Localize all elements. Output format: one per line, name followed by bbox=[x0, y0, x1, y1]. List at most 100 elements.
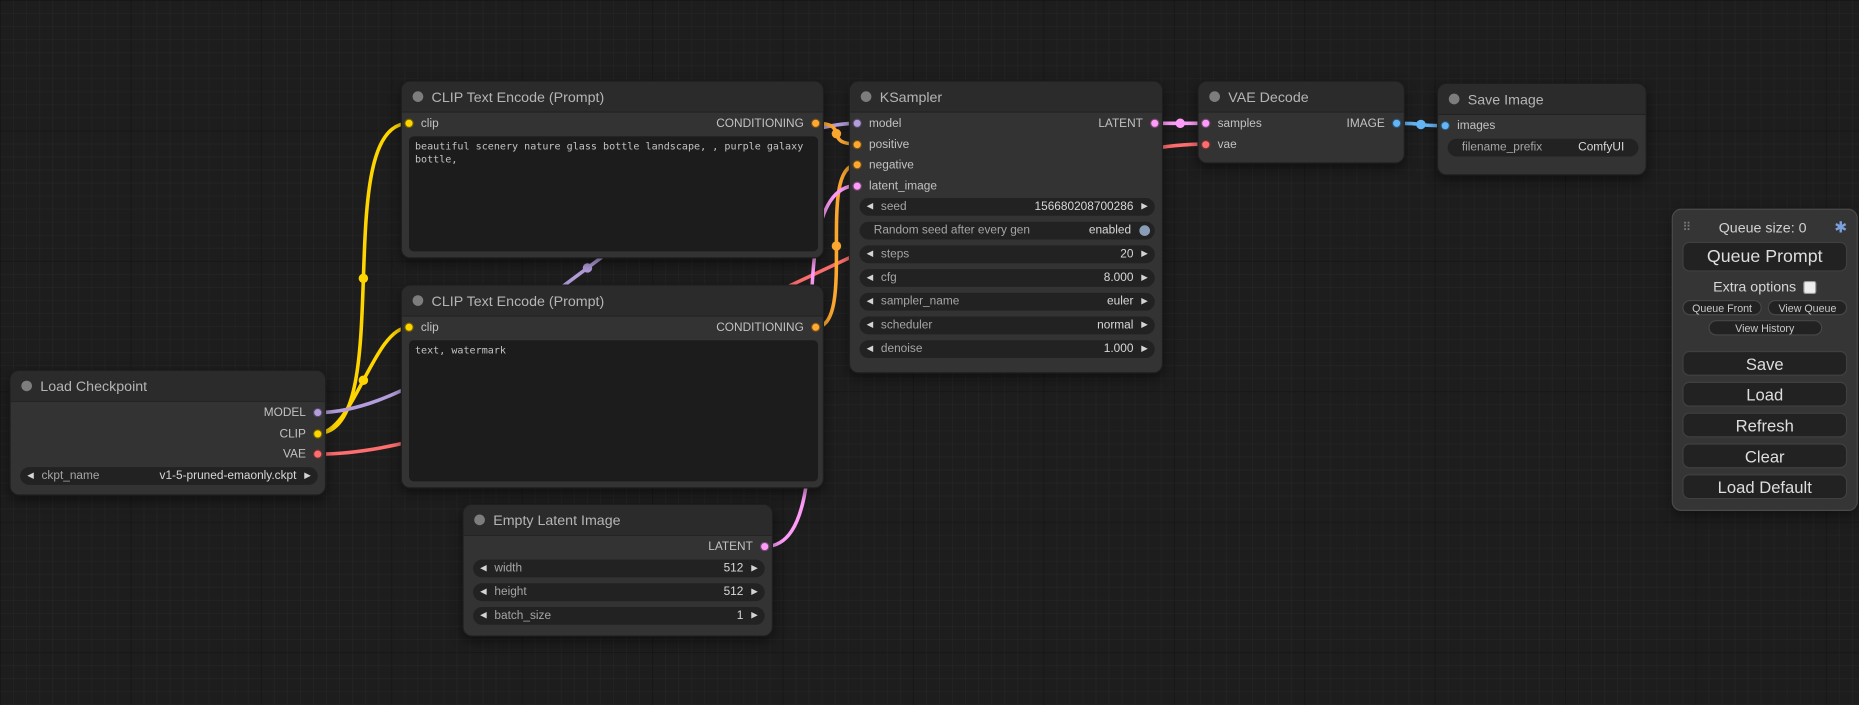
decrement-arrow-icon[interactable]: ◀ bbox=[867, 317, 873, 335]
settings-gear-icon[interactable]: ✱ bbox=[1834, 218, 1847, 237]
widget-steps[interactable]: ◀steps20▶ bbox=[860, 245, 1155, 263]
widget-cfg[interactable]: ◀cfg8.000▶ bbox=[860, 269, 1155, 287]
decrement-arrow-icon[interactable]: ◀ bbox=[480, 606, 486, 624]
collapse-dot-icon[interactable] bbox=[1449, 94, 1460, 105]
extra-options-label: Extra options bbox=[1713, 279, 1796, 296]
output-port-conditioning[interactable] bbox=[811, 322, 820, 331]
increment-arrow-icon[interactable]: ▶ bbox=[304, 467, 310, 485]
output-port-latent[interactable] bbox=[1150, 119, 1159, 128]
output-port-latent[interactable] bbox=[760, 542, 769, 551]
output-port-conditioning[interactable] bbox=[811, 119, 820, 128]
input-port-vae[interactable] bbox=[1201, 139, 1210, 148]
decrement-arrow-icon[interactable]: ◀ bbox=[867, 340, 873, 358]
collapse-dot-icon[interactable] bbox=[413, 91, 424, 102]
increment-arrow-icon[interactable]: ▶ bbox=[751, 583, 757, 601]
widget-height[interactable]: ◀height512▶ bbox=[473, 583, 765, 601]
output-port-clip[interactable] bbox=[313, 429, 322, 438]
input-port-negative[interactable] bbox=[852, 160, 861, 169]
widget-random-seed-after-every-gen[interactable]: Random seed after every genenabled bbox=[860, 222, 1155, 240]
node-empty-latent-image[interactable]: Empty Latent ImageLATENT◀width512▶◀heigh… bbox=[462, 504, 773, 637]
output-port-label: LATENT bbox=[708, 541, 753, 555]
increment-arrow-icon[interactable]: ▶ bbox=[1141, 198, 1147, 216]
increment-arrow-icon[interactable]: ▶ bbox=[1141, 340, 1147, 358]
widget-seed[interactable]: ◀seed156680208700286▶ bbox=[860, 198, 1155, 216]
node-title-bar[interactable]: Empty Latent Image bbox=[464, 505, 772, 536]
decrement-arrow-icon[interactable]: ◀ bbox=[480, 559, 486, 577]
input-port-clip[interactable] bbox=[404, 322, 413, 331]
input-port-clip[interactable] bbox=[404, 119, 413, 128]
view-history-button[interactable]: View History bbox=[1708, 320, 1822, 335]
node-save-image[interactable]: Save Imageimagesfilename_prefixComfyUI bbox=[1437, 83, 1647, 175]
prompt-textarea[interactable]: beautiful scenery nature glass bottle la… bbox=[409, 136, 818, 252]
link-wire-load-checkpoint-to-clip-text-encode-positive bbox=[318, 123, 409, 433]
decrement-arrow-icon[interactable]: ◀ bbox=[480, 583, 486, 601]
widget-ckpt-name[interactable]: ◀ckpt_namev1-5-pruned-emaonly.ckpt▶ bbox=[20, 467, 318, 485]
input-port-latent-image[interactable] bbox=[852, 181, 861, 190]
widget-name: denoise bbox=[881, 340, 923, 358]
load-button[interactable]: Load bbox=[1682, 382, 1847, 407]
collapse-dot-icon[interactable] bbox=[413, 295, 424, 306]
input-port-label: latent_image bbox=[869, 180, 937, 194]
drag-handle-icon[interactable]: ⠿ bbox=[1682, 221, 1691, 234]
collapse-dot-icon[interactable] bbox=[1209, 91, 1220, 102]
view-queue-button[interactable]: View Queue bbox=[1768, 300, 1847, 315]
clear-button[interactable]: Clear bbox=[1682, 443, 1847, 468]
decrement-arrow-icon[interactable]: ◀ bbox=[867, 269, 873, 287]
output-port-label: CONDITIONING bbox=[716, 321, 804, 335]
input-port-images[interactable] bbox=[1440, 121, 1449, 130]
widget-scheduler[interactable]: ◀schedulernormal▶ bbox=[860, 317, 1155, 335]
increment-arrow-icon[interactable]: ▶ bbox=[751, 606, 757, 624]
node-clip-text-encode-negative[interactable]: CLIP Text Encode (Prompt)clipCONDITIONIN… bbox=[401, 285, 824, 489]
node-title-label: CLIP Text Encode (Prompt) bbox=[432, 89, 605, 106]
decrement-arrow-icon[interactable]: ◀ bbox=[27, 467, 33, 485]
decrement-arrow-icon[interactable]: ◀ bbox=[867, 198, 873, 216]
decrement-arrow-icon[interactable]: ◀ bbox=[867, 245, 873, 263]
output-port-vae[interactable] bbox=[313, 449, 322, 458]
link-midpoint-dot bbox=[583, 263, 592, 272]
node-ksampler[interactable]: KSamplermodelpositivenegativelatent_imag… bbox=[849, 81, 1163, 374]
decrement-arrow-icon[interactable]: ◀ bbox=[867, 293, 873, 311]
widget-value: 1 bbox=[737, 606, 744, 624]
widget-width[interactable]: ◀width512▶ bbox=[473, 559, 765, 577]
node-title-bar[interactable]: Save Image bbox=[1438, 84, 1645, 115]
output-port-label: CLIP bbox=[280, 427, 306, 441]
widget-sampler-name[interactable]: ◀sampler_nameeuler▶ bbox=[860, 293, 1155, 311]
link-midpoint-dot bbox=[1176, 119, 1185, 128]
output-port-model[interactable] bbox=[313, 408, 322, 417]
increment-arrow-icon[interactable]: ▶ bbox=[1141, 269, 1147, 287]
node-load-checkpoint[interactable]: Load CheckpointMODELCLIPVAE◀ckpt_namev1-… bbox=[9, 370, 326, 496]
node-vae-decode[interactable]: VAE DecodesamplesvaeIMAGE bbox=[1197, 81, 1404, 164]
refresh-button[interactable]: Refresh bbox=[1682, 413, 1847, 438]
output-port-label: CONDITIONING bbox=[716, 117, 804, 131]
toggle-indicator-icon[interactable] bbox=[1139, 225, 1150, 236]
save-button[interactable]: Save bbox=[1682, 351, 1847, 376]
widget-value: v1-5-pruned-emaonly.ckpt bbox=[160, 467, 297, 485]
node-title-bar[interactable]: CLIP Text Encode (Prompt) bbox=[402, 82, 823, 113]
increment-arrow-icon[interactable]: ▶ bbox=[1141, 317, 1147, 335]
node-title-bar[interactable]: VAE Decode bbox=[1199, 82, 1404, 113]
increment-arrow-icon[interactable]: ▶ bbox=[1141, 245, 1147, 263]
widget-value: 512 bbox=[724, 583, 744, 601]
node-graph-canvas[interactable]: ⠿ Queue size: 0 ✱ Queue Prompt Extra opt… bbox=[0, 0, 1859, 705]
queue-prompt-button[interactable]: Queue Prompt bbox=[1682, 242, 1847, 272]
extra-options-checkbox[interactable] bbox=[1803, 280, 1816, 293]
widget-denoise[interactable]: ◀denoise1.000▶ bbox=[860, 340, 1155, 358]
collapse-dot-icon[interactable] bbox=[474, 515, 485, 526]
widget-filename-prefix[interactable]: filename_prefixComfyUI bbox=[1448, 138, 1639, 156]
collapse-dot-icon[interactable] bbox=[21, 381, 32, 392]
load-default-button[interactable]: Load Default bbox=[1682, 474, 1847, 499]
output-port-image[interactable] bbox=[1392, 119, 1401, 128]
input-port-samples[interactable] bbox=[1201, 119, 1210, 128]
collapse-dot-icon[interactable] bbox=[861, 91, 872, 102]
increment-arrow-icon[interactable]: ▶ bbox=[1141, 293, 1147, 311]
node-title-bar[interactable]: Load Checkpoint bbox=[11, 371, 325, 402]
increment-arrow-icon[interactable]: ▶ bbox=[751, 559, 757, 577]
prompt-textarea[interactable]: text, watermark bbox=[409, 340, 818, 482]
widget-batch-size[interactable]: ◀batch_size1▶ bbox=[473, 606, 765, 624]
input-port-positive[interactable] bbox=[852, 139, 861, 148]
node-title-bar[interactable]: CLIP Text Encode (Prompt) bbox=[402, 286, 823, 317]
node-title-bar[interactable]: KSampler bbox=[850, 82, 1162, 113]
queue-front-button[interactable]: Queue Front bbox=[1682, 300, 1761, 315]
input-port-model[interactable] bbox=[852, 119, 861, 128]
node-clip-text-encode-positive[interactable]: CLIP Text Encode (Prompt)clipCONDITIONIN… bbox=[401, 81, 824, 259]
